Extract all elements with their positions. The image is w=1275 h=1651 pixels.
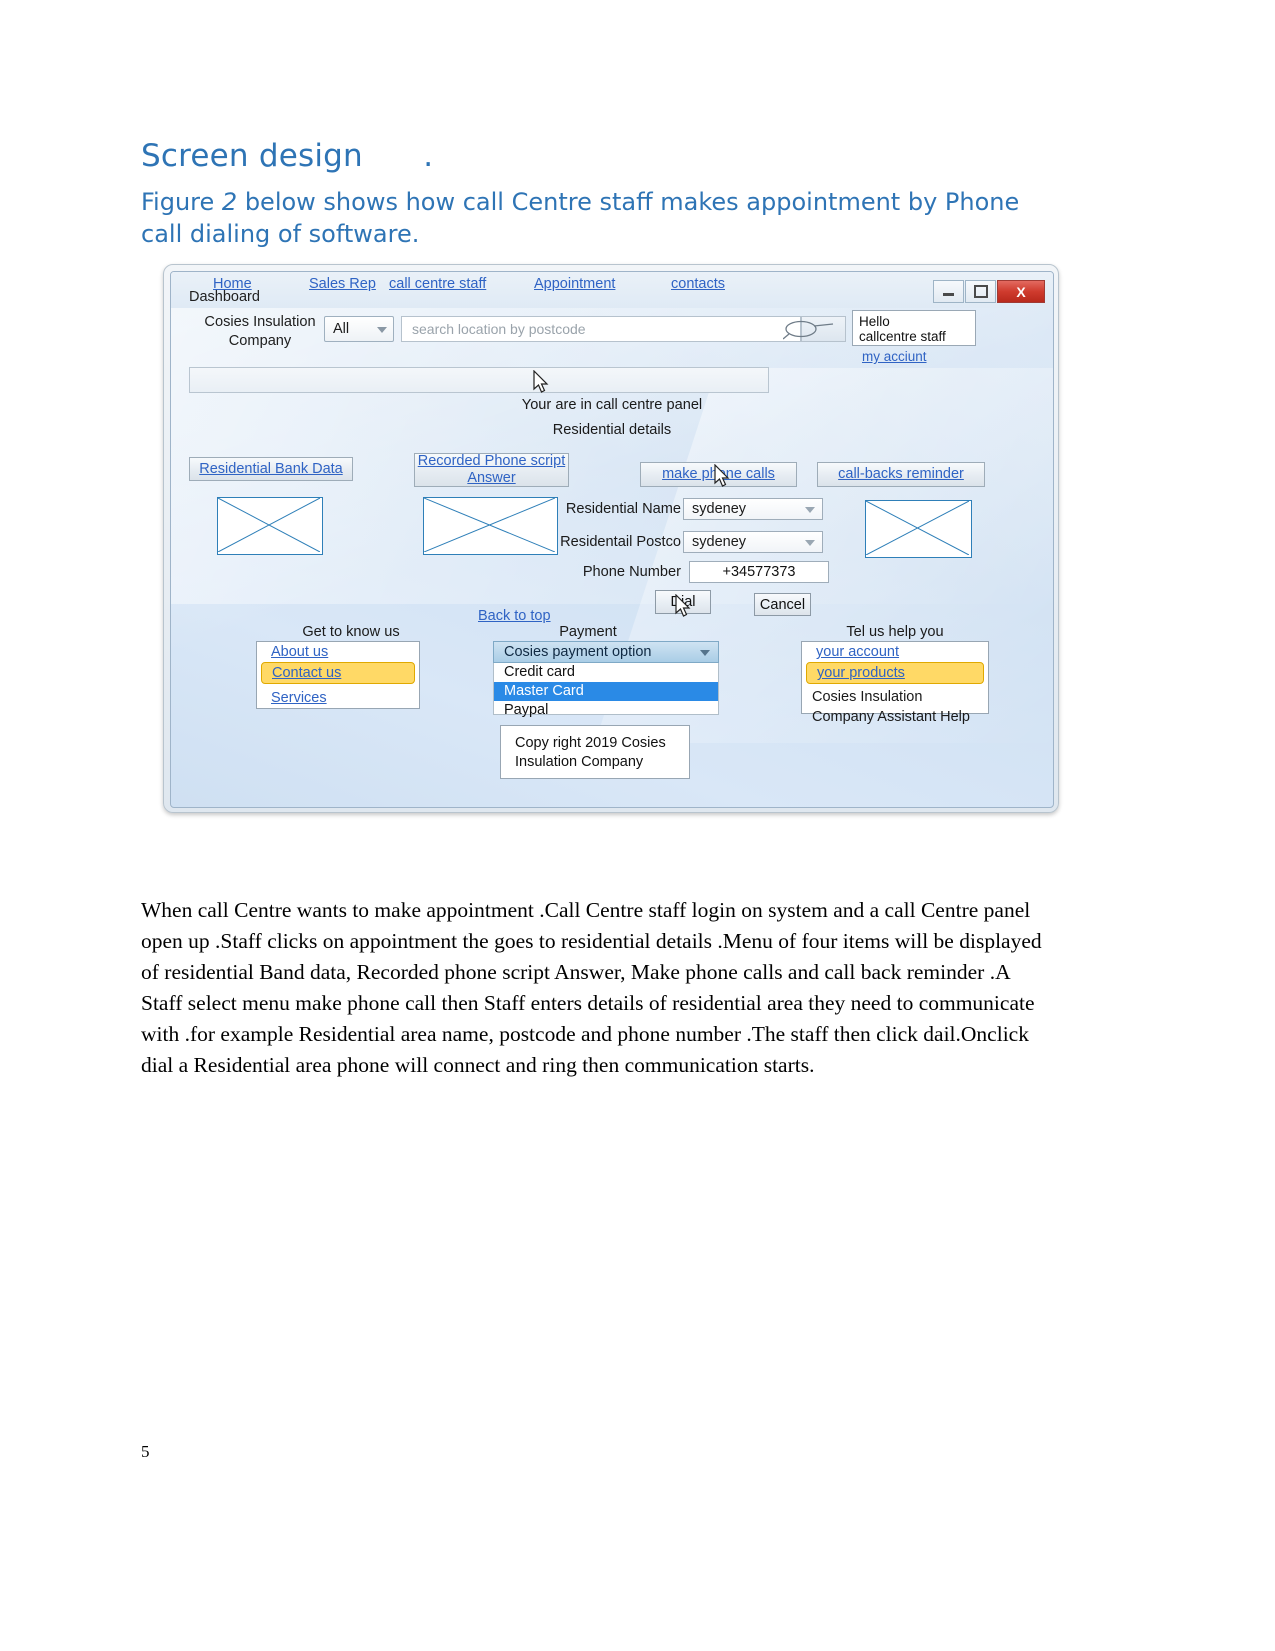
subheading-post: below shows how call Centre staff makes … bbox=[141, 188, 1020, 248]
call-backs-reminder-label: call-backs reminder bbox=[838, 466, 964, 482]
account-greeting-box: Hello callcentre staff bbox=[852, 310, 976, 346]
minimize-button[interactable] bbox=[933, 280, 964, 303]
nav-item-sales-rep[interactable]: Sales Rep bbox=[309, 276, 376, 292]
copyright-line1: Copy right 2019 Cosies bbox=[515, 735, 666, 751]
search-placeholder: search location by postcode bbox=[412, 321, 586, 337]
chevron-down-icon bbox=[805, 507, 815, 513]
placeholder-image-left bbox=[217, 497, 323, 555]
help-text-line2: Company Assistant Help bbox=[812, 709, 970, 725]
maximize-icon bbox=[973, 285, 988, 298]
residential-bank-data-label: Residential Bank Data bbox=[199, 460, 343, 477]
payment-title: Payment bbox=[559, 624, 617, 640]
payment-dropdown-header[interactable]: Cosies payment option bbox=[493, 641, 719, 663]
brand-name: Cosies Insulation Company bbox=[204, 314, 316, 349]
dial-button[interactable]: Dial bbox=[655, 590, 711, 614]
phone-number-value: +34577373 bbox=[722, 564, 796, 580]
dashboard-window: Dashboard X Cosies Insulation Company Al… bbox=[170, 271, 1054, 808]
panel-section-title: Residential details bbox=[552, 422, 672, 438]
get-to-know-us-title: Get to know us bbox=[302, 624, 400, 640]
make-phone-calls-button[interactable]: make phone calls bbox=[640, 462, 797, 487]
subheading-figure-number: 2 bbox=[221, 188, 238, 216]
nav-item-contacts[interactable]: contacts bbox=[671, 276, 725, 292]
make-phone-calls-label: make phone calls bbox=[662, 466, 775, 482]
recorded-phone-script-answer-label: Recorded Phone script Answer bbox=[417, 453, 566, 486]
chevron-down-icon bbox=[805, 540, 815, 546]
get-to-know-us-list: About us Contact us Services bbox=[256, 641, 420, 709]
list-item-about-us[interactable]: About us bbox=[257, 642, 419, 662]
nav-item-call-centre-staff[interactable]: call centre staff bbox=[389, 276, 486, 292]
screen-mockup-figure: Dashboard X Cosies Insulation Company Al… bbox=[163, 264, 1059, 813]
list-item-contact-us[interactable]: Contact us bbox=[261, 662, 415, 684]
chevron-down-icon bbox=[377, 327, 387, 333]
cancel-button[interactable]: Cancel bbox=[754, 593, 811, 616]
list-item-your-products[interactable]: your products bbox=[806, 662, 984, 684]
search-icon bbox=[783, 320, 834, 340]
page-number: 5 bbox=[141, 1442, 150, 1461]
nav-item-home[interactable]: Home bbox=[213, 276, 252, 292]
payment-option-master-card[interactable]: Master Card bbox=[494, 682, 718, 701]
page-title: Screen design . bbox=[141, 138, 434, 174]
panel-status-text: Your are in call centre panel bbox=[521, 397, 703, 413]
list-item-your-account[interactable]: your account bbox=[802, 642, 988, 662]
recorded-phone-script-answer-button[interactable]: Recorded Phone script Answer bbox=[414, 453, 569, 487]
payment-dropdown-options: Credit card Master Card Paypal bbox=[493, 663, 719, 718]
copyright-box: Copy right 2019 Cosies Insulation Compan… bbox=[500, 725, 690, 779]
nav-item-appointment[interactable]: Appointment bbox=[534, 276, 615, 292]
payment-option-credit-card[interactable]: Credit card bbox=[494, 663, 718, 682]
back-to-top-link[interactable]: Back to top bbox=[478, 608, 551, 624]
search-input[interactable]: search location by postcode bbox=[401, 316, 801, 342]
body-paragraph: When call Centre wants to make appointme… bbox=[141, 898, 1042, 1077]
residential-postcode-select[interactable]: sydeney bbox=[683, 531, 823, 553]
residential-bank-data-button[interactable]: Residential Bank Data bbox=[189, 457, 353, 481]
placeholder-image-right bbox=[865, 500, 972, 558]
main-navbar bbox=[189, 367, 769, 393]
help-title: Tel us help you bbox=[846, 624, 944, 640]
copyright-line2: Insulation Company bbox=[515, 754, 644, 770]
minimize-icon bbox=[943, 293, 954, 296]
greeting-line1: Hello bbox=[859, 314, 890, 329]
category-select-value: All bbox=[333, 321, 350, 337]
window-controls: X bbox=[933, 280, 1045, 303]
help-text-line1: Cosies Insulation bbox=[812, 689, 923, 705]
payment-option-paypal[interactable]: Paypal bbox=[494, 701, 718, 720]
greeting-line2: callcentre staff bbox=[859, 329, 946, 344]
dial-button-label: Dial bbox=[670, 594, 696, 610]
residential-name-value: sydeney bbox=[692, 501, 747, 517]
call-backs-reminder-button[interactable]: call-backs reminder bbox=[817, 462, 985, 487]
subheading-pre: Figure bbox=[141, 188, 222, 216]
chevron-down-icon bbox=[700, 650, 710, 656]
phone-number-input[interactable]: +34577373 bbox=[689, 561, 829, 583]
help-list: your account your products Cosies Insula… bbox=[801, 641, 989, 725]
maximize-button[interactable] bbox=[965, 280, 996, 303]
residential-postcode-value: sydeney bbox=[692, 534, 747, 550]
cancel-button-label: Cancel bbox=[759, 596, 806, 613]
list-item-services[interactable]: Services bbox=[257, 684, 419, 708]
close-button[interactable]: X bbox=[997, 280, 1045, 303]
residential-name-label: Residential Name bbox=[565, 501, 681, 517]
document-page: Screen design . Figure 2 below shows how… bbox=[0, 0, 1275, 1651]
category-select[interactable]: All bbox=[324, 316, 394, 342]
my-account-link[interactable]: my acciunt bbox=[862, 349, 927, 364]
close-icon: X bbox=[1016, 283, 1026, 300]
residential-name-select[interactable]: sydeney bbox=[683, 498, 823, 520]
page-subheading: Figure 2 below shows how call Centre sta… bbox=[141, 186, 1041, 250]
payment-dropdown-value: Cosies payment option bbox=[504, 644, 652, 660]
phone-number-label: Phone Number bbox=[582, 564, 681, 580]
residential-postcode-label: Residentail Postco bbox=[560, 534, 681, 550]
